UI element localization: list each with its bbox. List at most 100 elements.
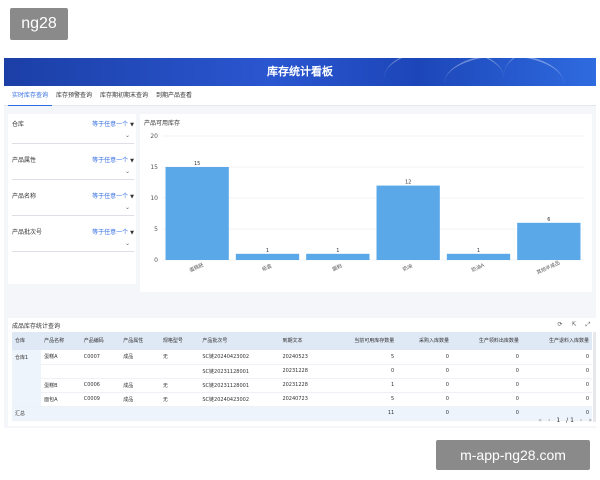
chevron-down-icon: ⌄ [124, 168, 130, 175]
table-cell: 0 [585, 396, 589, 402]
table-cell: 0 [391, 368, 395, 374]
filter-label: 产品属性 [12, 156, 37, 164]
bar-value-label: 1 [336, 248, 339, 254]
prev-page-button[interactable]: ‹ [548, 417, 550, 424]
bar[interactable] [235, 253, 300, 260]
site-logo: ng28 [10, 8, 68, 40]
table-cell: 5 [391, 396, 395, 402]
filter-select[interactable]: ⌄ [12, 240, 134, 252]
export-icon[interactable]: ⇱ [570, 321, 578, 329]
dashboard-window: 库存统计看板 实时库存查询 库存预警查询 库存期初期末查询 到期产品查看 仓库 … [4, 58, 596, 428]
x-tick-label: 奶油 [402, 262, 414, 273]
next-page-button[interactable]: › [580, 417, 582, 424]
table-cell [41, 406, 81, 420]
column-header[interactable]: 生产退料入库数量 [521, 332, 592, 350]
table-cell: 0 [515, 396, 519, 402]
column-header[interactable]: 仓库 [12, 332, 42, 350]
table-cell: 面包A [44, 396, 58, 403]
bar[interactable] [165, 167, 229, 260]
table-row[interactable]: 面包A C0009 成品 无 SC链20240423002 20240723 5 0 0 0 [12, 392, 592, 406]
chevron-down-icon: ⌄ [124, 204, 130, 211]
bar-value-label: 6 [547, 217, 550, 223]
table-cell: 20240523 [282, 353, 308, 360]
bar-value-label: 15 [194, 161, 200, 167]
table-cell [279, 406, 328, 420]
vertical-scrollbar[interactable] [593, 332, 596, 422]
table-row[interactable]: 蛋糕B C0006 成品 无 SC链20231128001 20231228 1 0 0 0 [12, 378, 592, 392]
first-page-button[interactable]: « [538, 417, 542, 424]
table-header-row: 仓库 产品名称 产品编码 产品属性 规格型号 产品批次号 到期文本 当前可用库存数量 采购入库数… [12, 332, 592, 350]
screenshot-root: ng28 库存统计看板 实时库存查询 库存预警查询 库存期初期末查询 到期产品查… [0, 0, 600, 480]
table-row[interactable]: 仓库1 蛋糕A C0007 成品无 SC链20240423002 20240523 5 0 0 0 [12, 350, 592, 406]
y-tick-label: 20 [150, 133, 158, 140]
table-cell: 无 [162, 354, 168, 361]
table-cell: 0 [515, 368, 519, 374]
table-cell: 仓库1 [12, 350, 42, 406]
caret-down-icon: ▼ [130, 229, 134, 236]
table-cell: 20231228 [282, 382, 308, 388]
bar-value-label: 12 [405, 180, 411, 186]
table-cell: SC链20231128001 [202, 382, 250, 389]
total-cell: 11 [327, 406, 398, 420]
bar[interactable] [376, 185, 440, 260]
refresh-icon[interactable]: ⟳ [556, 321, 564, 329]
filter-operator[interactable]: 等于任意一个 ▼ [92, 191, 134, 200]
table-cell: 0 [585, 353, 589, 360]
column-header[interactable]: 当前可用库存数量 [327, 332, 398, 350]
table-cell: 0 [515, 353, 519, 360]
bar[interactable] [446, 253, 511, 260]
table-cell: 0 [445, 382, 449, 388]
table-title: 成品库存统计查询 [12, 322, 61, 330]
column-header[interactable]: 产品名称 [41, 332, 81, 350]
table-cell: SC链20240423002 [202, 354, 250, 361]
table-cell [160, 364, 200, 378]
x-tick-label: 面粉 [331, 262, 343, 273]
column-header[interactable]: 生产领料出库数量 [451, 332, 522, 350]
bar[interactable] [306, 253, 370, 260]
table-cell: C0009 [83, 396, 100, 402]
table-cell [120, 406, 160, 420]
bar-value-label: 1 [266, 248, 269, 254]
table-row[interactable]: SC链20231128001 20231228 0 0 0 0 [12, 364, 592, 378]
fullscreen-icon[interactable]: ⤢ [584, 321, 592, 329]
column-header[interactable]: 到期文本 [279, 332, 328, 350]
column-header[interactable]: 产品编码 [80, 332, 121, 350]
current-page: 1 [556, 417, 561, 424]
filter-operator[interactable]: 等于任意一个 ▼ [92, 227, 134, 236]
filter-select[interactable]: ⌄ [12, 168, 134, 180]
filter-operator[interactable]: 等于任意一个 ▼ [92, 119, 134, 128]
table-cell [159, 406, 200, 420]
chevron-down-icon: ⌄ [124, 132, 130, 139]
table-cell: 0 [585, 382, 589, 388]
tab-realtime-stock[interactable]: 实时库存查询 [8, 86, 53, 106]
bar[interactable] [517, 222, 581, 260]
tab-stock-warning[interactable]: 库存预警查询 [52, 86, 96, 105]
column-header[interactable]: 产品属性 [120, 332, 160, 350]
filter-label: 仓库 [12, 120, 25, 128]
filter-select[interactable]: ⌄ [12, 132, 134, 144]
filter-product-name: 产品名称 等于任意一个 ▼ ⌄ [12, 190, 134, 216]
table-cell: 无 [162, 382, 168, 389]
filter-operator[interactable]: 等于任意一个 ▼ [92, 155, 134, 164]
filter-select[interactable]: ⌄ [12, 204, 134, 216]
column-header[interactable]: 规格型号 [159, 332, 200, 350]
column-header[interactable]: 采购入库数量 [397, 332, 452, 350]
table-total-row: 汇总 11 0 0 0 [12, 406, 592, 420]
table-cell: 成品 [123, 354, 134, 361]
y-tick-label: 10 [150, 195, 158, 202]
column-header[interactable]: 产品批次号 [199, 332, 280, 350]
last-page-button[interactable]: » [588, 417, 592, 424]
chevron-down-icon: ⌄ [124, 240, 130, 247]
table-cell: 无 [162, 396, 168, 403]
y-tick-label: 0 [154, 257, 158, 264]
total-label: 汇总 [12, 406, 42, 420]
chart-title: 产品可用库存 [144, 120, 181, 127]
tab-period-stock[interactable]: 库存期初期末查询 [96, 86, 152, 105]
tab-expiring-products[interactable]: 到期产品查看 [152, 86, 196, 105]
filter-product-attribute: 产品属性 等于任意一个 ▼ ⌄ [12, 154, 134, 180]
table-toolbar: 成品库存统计查询 ⟳ ⇱ ⤢ [8, 318, 596, 332]
bar-chart: 0 5 10 15 20 15 蛋糕胚 1 纸盒 1 面粉 12 奶油 1 奶油A 6 其他半成品 [150, 133, 584, 276]
pagination: « ‹ 1 / 1 › » [538, 417, 592, 424]
table-cell [120, 364, 160, 378]
table-cell: 蛋糕B [44, 382, 58, 389]
